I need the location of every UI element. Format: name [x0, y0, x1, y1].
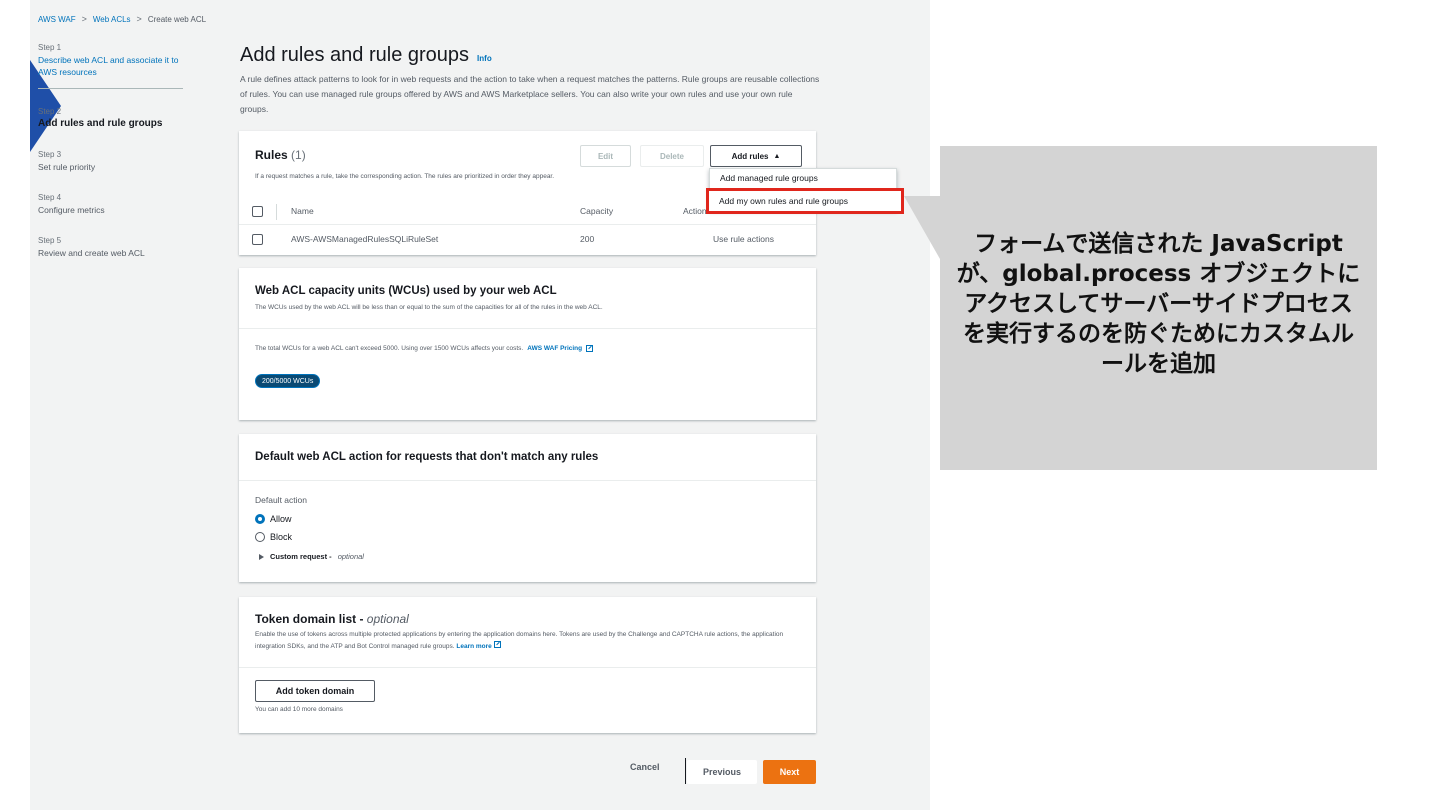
- wcu-panel: Web ACL capacity units (WCUs) used by yo…: [239, 268, 816, 420]
- step-2: Step 2 Add rules and rule groups: [38, 107, 183, 130]
- table-row[interactable]: AWS-AWSManagedRulesSQLiRuleSet 200 Use r…: [239, 227, 816, 251]
- row-checkbox[interactable]: [252, 234, 263, 245]
- next-button[interactable]: Next: [763, 760, 816, 784]
- info-link[interactable]: Info: [477, 54, 492, 63]
- step-5: Step 5 Review and create web ACL: [38, 236, 183, 259]
- waf-pricing-link[interactable]: AWS WAF Pricing: [527, 345, 582, 352]
- page-description: A rule defines attack patterns to look f…: [240, 74, 820, 114]
- breadcrumb-web-acls[interactable]: Web ACLs: [93, 15, 131, 24]
- panel-divider: [239, 480, 816, 481]
- step-number: Step 1: [38, 43, 62, 52]
- token-domain-note: You can add 10 more domains: [255, 706, 343, 713]
- allow-label: Allow: [270, 514, 292, 524]
- allow-radio-option[interactable]: Allow: [255, 514, 292, 524]
- aws-console-area: AWS WAF > Web ACLs > Create web ACL Step…: [30, 0, 930, 810]
- step-3-label: Set rule priority: [38, 162, 96, 172]
- step-number: Step 2: [38, 107, 62, 116]
- block-radio[interactable]: [255, 532, 265, 542]
- step-number: Step 3: [38, 150, 62, 159]
- menu-item-add-managed-rule-groups[interactable]: Add managed rule groups: [710, 169, 896, 189]
- column-divider: [276, 204, 277, 220]
- step-1-link[interactable]: Describe web ACL and associate it to AWS…: [38, 54, 183, 78]
- token-domain-title: Token domain list - optional: [255, 612, 409, 626]
- token-domain-description: Enable the use of tokens across multiple…: [255, 629, 815, 653]
- block-radio-option[interactable]: Block: [255, 532, 292, 542]
- token-title-text: Token domain list -: [255, 612, 364, 626]
- footer-divider: [685, 758, 686, 784]
- step-divider: [38, 88, 183, 89]
- caret-right-icon: [259, 553, 264, 560]
- token-domain-panel: Token domain list - optional Enable the …: [239, 597, 816, 733]
- step-5-label: Review and create web ACL: [38, 248, 145, 258]
- cancel-button[interactable]: Cancel: [630, 762, 660, 772]
- breadcrumb-aws-waf[interactable]: AWS WAF: [38, 15, 76, 24]
- allow-radio[interactable]: [255, 514, 265, 524]
- edit-button[interactable]: Edit: [580, 145, 631, 167]
- add-rules-label: Add rules: [731, 151, 769, 161]
- select-all-checkbox[interactable]: [252, 206, 263, 217]
- rules-title: Rules (1): [255, 148, 306, 162]
- step-1: Step 1 Describe web ACL and associate it…: [38, 43, 183, 78]
- default-action-panel: Default web ACL action for requests that…: [239, 434, 816, 582]
- step-4-label: Configure metrics: [38, 205, 105, 215]
- step-number: Step 5: [38, 236, 62, 245]
- custom-request-label: Custom request -: [270, 552, 332, 561]
- menu-item-add-own-rules-highlighted[interactable]: Add my own rules and rule groups: [706, 188, 904, 214]
- callout-pointer: [904, 196, 944, 266]
- rules-count: (1): [291, 148, 306, 162]
- panel-divider: [239, 328, 816, 329]
- wcu-badge: 200/5000 WCUs: [255, 374, 321, 388]
- breadcrumb-current: Create web ACL: [147, 14, 207, 24]
- wcu-title: Web ACL capacity units (WCUs) used by yo…: [255, 285, 557, 297]
- rule-capacity: 200: [580, 234, 595, 244]
- panel-divider: [239, 667, 816, 668]
- custom-request-optional: optional: [337, 552, 364, 561]
- column-capacity: Capacity: [580, 206, 614, 216]
- default-action-label: Default action: [255, 495, 307, 505]
- column-name: Name: [291, 206, 314, 216]
- learn-more-link[interactable]: Learn more: [456, 643, 491, 650]
- rules-subtitle: If a request matches a rule, take the co…: [255, 173, 555, 180]
- wcu-limit-text: The total WCUs for a web ACL can't excee…: [255, 345, 524, 352]
- token-title-optional: optional: [366, 612, 409, 626]
- step-3: Step 3 Set rule priority: [38, 150, 183, 173]
- callout-text: フォームで送信された JavaScript が、global.process オ…: [956, 231, 1361, 377]
- add-token-domain-button[interactable]: Add token domain: [255, 680, 375, 702]
- previous-button[interactable]: Previous: [687, 760, 757, 784]
- token-desc-text: Enable the use of tokens across multiple…: [255, 631, 784, 650]
- rules-title-text: Rules: [255, 148, 288, 162]
- wizard-steps: Step 1 Describe web ACL and associate it…: [38, 43, 183, 279]
- add-rules-button[interactable]: Add rules ▲: [710, 145, 802, 167]
- step-2-label: Add rules and rule groups: [38, 118, 163, 129]
- rule-action: Use rule actions: [713, 234, 774, 244]
- block-label: Block: [270, 532, 293, 542]
- page-title: Add rules and rule groups: [240, 44, 470, 66]
- external-link-icon: [586, 345, 594, 352]
- delete-button[interactable]: Delete: [640, 145, 704, 167]
- page-title-row: Add rules and rule groups Info: [240, 44, 492, 67]
- external-link-icon: [493, 641, 501, 648]
- step-number: Step 4: [38, 193, 62, 202]
- rule-name: AWS-AWSManagedRulesSQLiRuleSet: [291, 234, 439, 244]
- caret-up-icon: ▲: [773, 152, 781, 160]
- wcu-text: The total WCUs for a web ACL can't excee…: [255, 345, 594, 352]
- step-4: Step 4 Configure metrics: [38, 193, 183, 216]
- chevron-right-icon: >: [136, 14, 142, 24]
- breadcrumb: AWS WAF > Web ACLs > Create web ACL: [38, 14, 206, 24]
- default-action-title: Default web ACL action for requests that…: [255, 451, 599, 463]
- wcu-subtitle: The WCUs used by the web ACL will be les…: [255, 304, 603, 311]
- chevron-right-icon: >: [81, 14, 87, 24]
- custom-request-expander[interactable]: Custom request - optional: [259, 552, 364, 561]
- column-action: Action: [683, 206, 707, 216]
